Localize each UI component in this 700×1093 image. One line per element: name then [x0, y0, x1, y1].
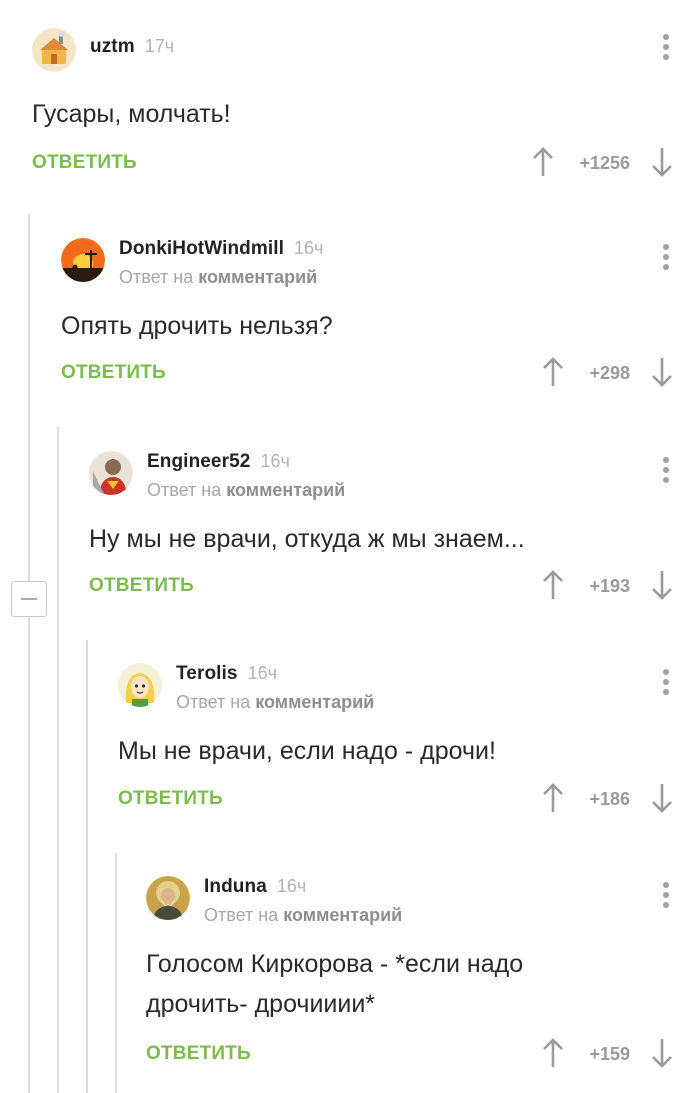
comment-text-line: Опять дрочить нельзя?	[61, 312, 333, 340]
comment-actions: ОТВЕТИТЬ +1256	[32, 144, 700, 184]
avatar[interactable]	[32, 28, 76, 72]
comment: uztm 17ч Гусары, молчать! ОТВЕТИТЬ +1256	[32, 28, 700, 188]
comment-meta: Terolis 16ч	[176, 663, 277, 687]
reply-button[interactable]: ОТВЕТИТЬ	[61, 362, 166, 384]
username[interactable]: Engineer52	[147, 451, 250, 472]
comment: DonkiHotWindmill 16ч Ответ на комментарий…	[61, 238, 700, 398]
comment-actions: ОТВЕТИТЬ +159	[146, 1035, 700, 1075]
comment-meta: Induna 16ч	[204, 876, 306, 900]
timestamp: 16ч	[247, 663, 277, 683]
icon-portrait-avatar-icon	[146, 876, 190, 920]
comment-actions: ОТВЕТИТЬ +193	[89, 567, 700, 607]
rating: +298	[589, 363, 630, 383]
reply-button[interactable]: ОТВЕТИТЬ	[32, 152, 137, 174]
rating: +186	[589, 789, 630, 809]
comment-actions: ОТВЕТИТЬ +298	[61, 354, 700, 394]
thread-line-level-3	[86, 640, 88, 1093]
reply-target-link[interactable]: комментарий	[226, 480, 345, 500]
comment-text: Голосом Киркорова - *если надо дрочить- …	[146, 944, 523, 1024]
collapse-thread-button[interactable]	[11, 581, 47, 617]
comment-header: Engineer52 16ч Ответ на комментарий	[89, 451, 700, 500]
reply-button[interactable]: ОТВЕТИТЬ	[89, 575, 194, 597]
avatar[interactable]	[89, 451, 133, 495]
arrow-down-icon[interactable]	[650, 569, 674, 601]
username[interactable]: Terolis	[176, 663, 238, 684]
username[interactable]: DonkiHotWindmill	[119, 238, 284, 259]
comment-text: Ну мы не врачи, откуда ж мы знаем...	[89, 519, 525, 559]
comment-header: Induna 16ч Ответ на комментарий	[146, 876, 700, 925]
arrow-up-icon[interactable]	[531, 146, 555, 178]
house-avatar-icon	[32, 28, 76, 72]
timestamp: 16ч	[294, 238, 324, 258]
timestamp: 16ч	[260, 451, 290, 471]
thread-line-level-2	[57, 427, 59, 1093]
comment-text-line: Мы не врачи, если надо - дрочи!	[118, 737, 496, 765]
rating: +1256	[579, 153, 630, 173]
comment-meta: uztm 17ч	[90, 36, 174, 60]
reply-prefix: Ответ на	[147, 480, 222, 500]
comment-text-line: Ну мы не врачи, откуда ж мы знаем...	[89, 525, 525, 553]
rating: +159	[589, 1044, 630, 1064]
rating: +193	[589, 576, 630, 596]
comment-header: DonkiHotWindmill 16ч Ответ на комментарий	[61, 238, 700, 287]
avatar[interactable]	[118, 663, 162, 707]
more-vertical-icon[interactable]	[662, 34, 670, 62]
reply-target-link[interactable]: комментарий	[283, 905, 402, 925]
comment-text: Мы не врачи, если надо - дрочи!	[118, 731, 496, 771]
reply-to-info: Ответ на комментарий	[204, 905, 402, 926]
comment-actions: ОТВЕТИТЬ +186	[118, 780, 700, 820]
reply-to-info: Ответ на комментарий	[176, 692, 374, 713]
comment-text-line: Гусары, молчать!	[32, 100, 231, 128]
timestamp: 17ч	[144, 36, 175, 56]
comment-meta: Engineer52 16ч	[147, 451, 290, 475]
arrow-up-icon[interactable]	[541, 356, 565, 388]
arrow-down-icon[interactable]	[650, 782, 674, 814]
thread-line-level-1	[28, 214, 30, 1093]
reply-to-info: Ответ на комментарий	[147, 480, 345, 501]
superhero-avatar-icon	[89, 451, 133, 495]
reply-target-link[interactable]: комментарий	[198, 267, 317, 287]
more-vertical-icon[interactable]	[662, 669, 670, 697]
comment-header: Terolis 16ч Ответ на комментарий	[118, 663, 700, 712]
more-vertical-icon[interactable]	[662, 882, 670, 910]
reply-button[interactable]: ОТВЕТИТЬ	[146, 1043, 251, 1065]
comment: Terolis 16ч Ответ на комментарий Мы не вр…	[118, 663, 700, 823]
timestamp: 16ч	[276, 876, 307, 896]
reply-prefix: Ответ на	[204, 905, 279, 925]
comment-header: uztm 17ч	[32, 28, 700, 74]
comment-text-line: дрочить- дрочииии*	[146, 990, 376, 1018]
arrow-up-icon[interactable]	[541, 1037, 565, 1069]
username[interactable]: Induna	[204, 876, 267, 897]
comment-meta: DonkiHotWindmill 16ч	[119, 238, 323, 262]
comment-text: Гусары, молчать!	[32, 94, 231, 134]
username[interactable]: uztm	[90, 36, 135, 57]
arrow-down-icon[interactable]	[650, 1037, 674, 1069]
reply-prefix: Ответ на	[119, 267, 194, 287]
reply-prefix: Ответ на	[176, 692, 251, 712]
arrow-down-icon[interactable]	[650, 356, 674, 388]
comment: Induna 16ч Ответ на комментарий Голосом К…	[146, 876, 700, 1076]
avatar[interactable]	[146, 876, 190, 920]
sunset-windmill-avatar-icon	[61, 238, 105, 282]
arrow-up-icon[interactable]	[541, 569, 565, 601]
arrow-up-icon[interactable]	[541, 782, 565, 814]
comment-text: Опять дрочить нельзя?	[61, 306, 333, 346]
cartoon-girl-avatar-icon	[118, 663, 162, 707]
reply-to-info: Ответ на комментарий	[119, 267, 317, 288]
comment-text-line: Голосом Киркорова - *если надо	[146, 950, 524, 978]
more-vertical-icon[interactable]	[662, 244, 670, 272]
thread-line-level-4	[115, 853, 117, 1093]
avatar[interactable]	[61, 238, 105, 282]
reply-button[interactable]: ОТВЕТИТЬ	[118, 788, 223, 810]
arrow-down-icon[interactable]	[650, 146, 674, 178]
more-vertical-icon[interactable]	[662, 457, 670, 485]
comment: Engineer52 16ч Ответ на комментарий Ну мы…	[89, 451, 700, 611]
reply-target-link[interactable]: комментарий	[255, 692, 374, 712]
